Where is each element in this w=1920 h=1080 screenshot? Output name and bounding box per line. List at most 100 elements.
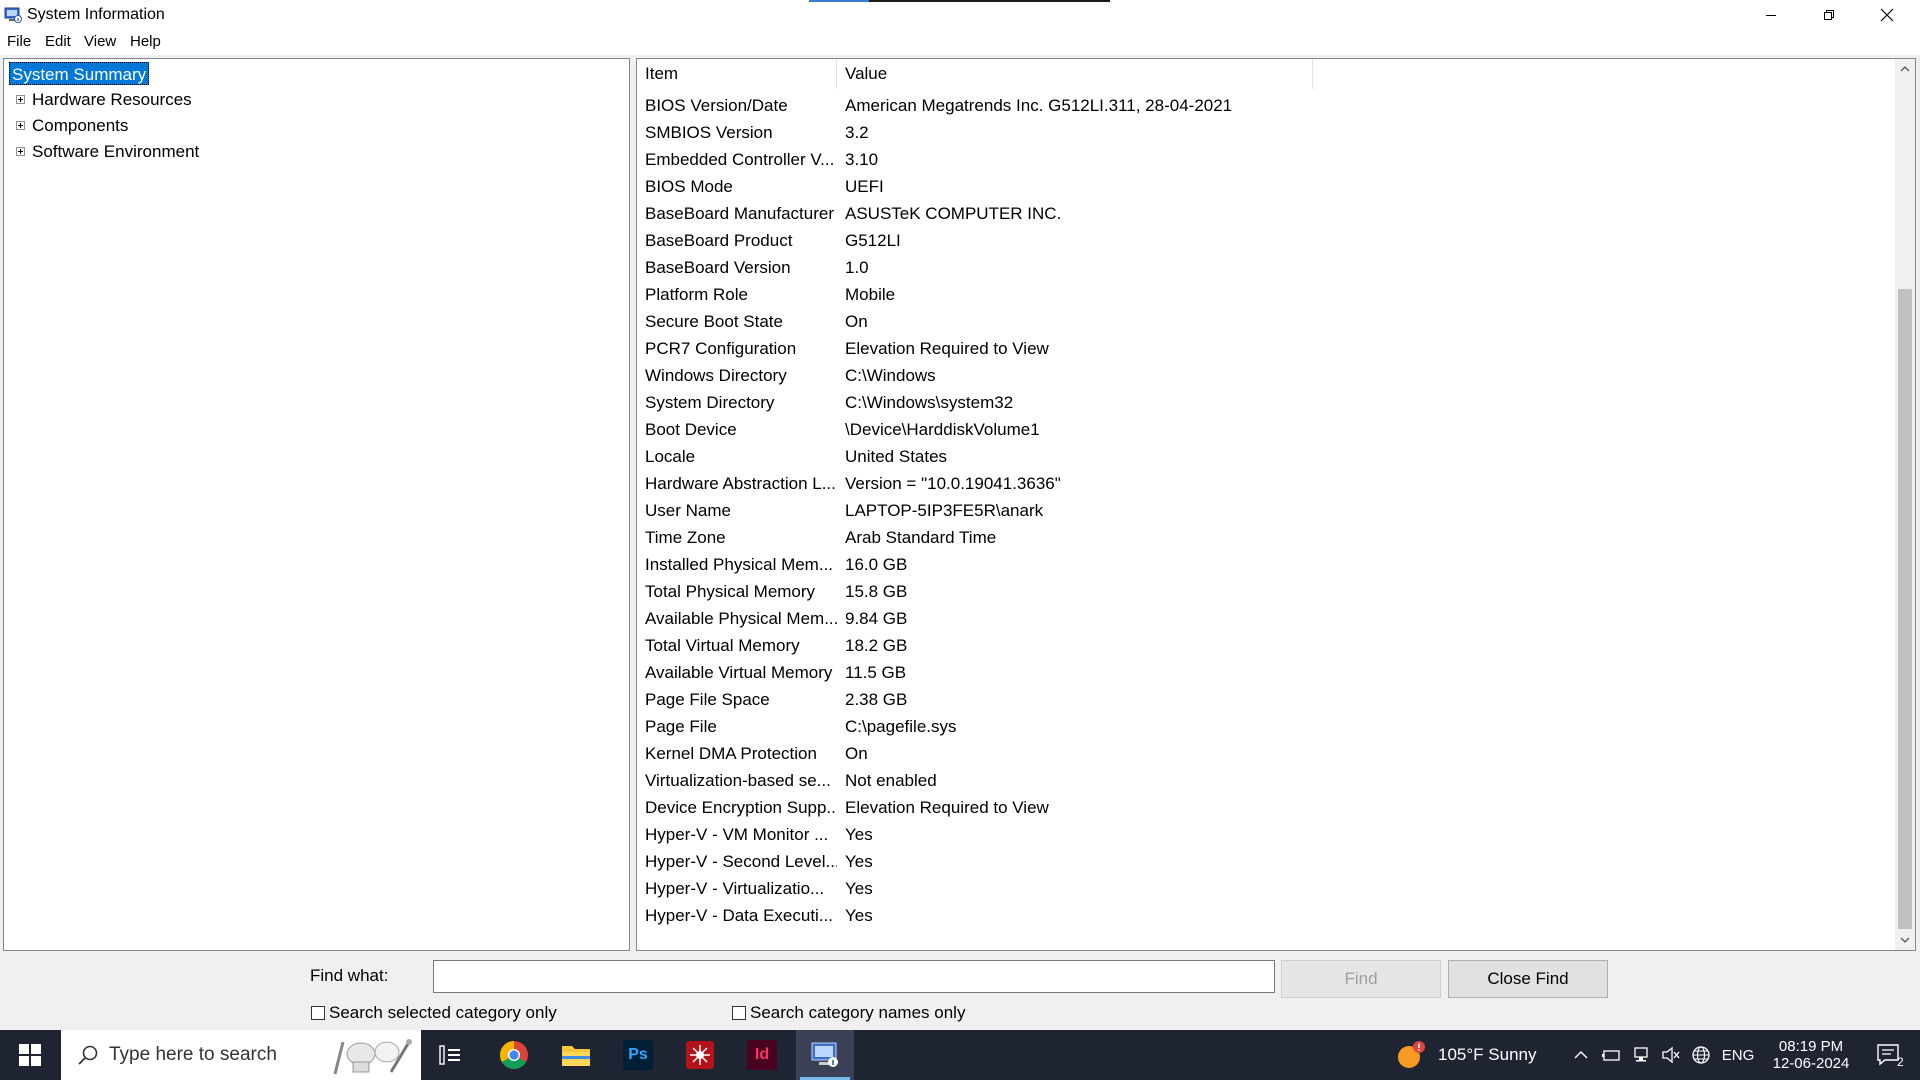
- details-list[interactable]: Item Value BIOS Version/Date American Meg…: [636, 58, 1916, 951]
- scroll-up-button[interactable]: [1895, 59, 1915, 79]
- category-tree[interactable]: System Summary Hardware Resources Compon…: [3, 58, 630, 951]
- tree-item-hardware-resources[interactable]: Hardware Resources: [12, 88, 412, 111]
- item-cell: System Directory: [645, 393, 775, 412]
- value-cell: 3.10: [845, 150, 879, 169]
- close-find-button[interactable]: Close Find: [1448, 960, 1608, 998]
- column-header-value[interactable]: Value: [837, 59, 1313, 89]
- input-language-indicator[interactable]: ENG: [1720, 1030, 1756, 1080]
- item-cell: BIOS Mode: [645, 177, 733, 196]
- network-tray-icon[interactable]: [1628, 1030, 1654, 1080]
- value-cell: 15.8 GB: [845, 582, 908, 601]
- item-cell: Locale: [645, 447, 696, 466]
- globe-tray-icon[interactable]: [1688, 1030, 1714, 1080]
- tree-item-label: Components: [32, 116, 129, 135]
- restore-button[interactable]: [1800, 0, 1858, 30]
- clock-date: 12-06-2024: [1772, 1055, 1850, 1072]
- value-cell: LAPTOP-5IP3FE5R\anark: [845, 501, 1044, 520]
- item-cell: Hyper-V - Virtualizatio...: [645, 879, 825, 898]
- volume-muted-icon: [1662, 1046, 1680, 1064]
- menu-file[interactable]: File: [7, 33, 31, 50]
- close-window-button[interactable]: [1858, 0, 1916, 30]
- weather-widget[interactable]: 105°F Sunny: [1396, 1030, 1556, 1080]
- scroll-down-button[interactable]: [1895, 930, 1915, 950]
- system-information-icon: [811, 1042, 838, 1067]
- language-text: ENG: [1721, 1046, 1755, 1064]
- minimize-button[interactable]: [1742, 0, 1800, 30]
- battery-icon: [1602, 1050, 1620, 1061]
- taskbar-app-chrome[interactable]: [489, 1030, 539, 1080]
- item-cell: Total Virtual Memory: [645, 636, 800, 655]
- find-what-input[interactable]: [433, 960, 1275, 993]
- item-cell: BaseBoard Product: [645, 231, 793, 250]
- column-header-item[interactable]: Item: [637, 59, 837, 89]
- value-cell: 3.2: [845, 123, 869, 142]
- notifications-button[interactable]: 2: [1866, 1030, 1912, 1080]
- value-cell: Arab Standard Time: [845, 528, 997, 547]
- tree-item-system-summary[interactable]: System Summary: [9, 62, 150, 85]
- item-cell: Boot Device: [645, 420, 737, 439]
- checkbox-label: Search selected category only: [329, 1003, 557, 1022]
- expand-icon[interactable]: [16, 147, 25, 156]
- item-cell: User Name: [645, 501, 731, 520]
- tree-item-components[interactable]: Components: [12, 114, 412, 137]
- find-what-label: Find what:: [310, 966, 389, 985]
- value-cell: \Device\HarddiskVolume1: [845, 420, 1040, 439]
- value-cell: G512LI: [845, 231, 901, 250]
- value-cell: Yes: [845, 852, 873, 871]
- value-cell: 2.38 GB: [845, 690, 908, 709]
- checkbox-box[interactable]: [311, 1006, 325, 1020]
- restore-icon: [1824, 10, 1834, 20]
- value-cell: Yes: [845, 906, 873, 925]
- menu-view[interactable]: View: [84, 33, 116, 50]
- value-cell: Not enabled: [845, 771, 937, 790]
- folder-icon: [562, 1046, 590, 1066]
- chevron-up-icon: [1900, 66, 1910, 72]
- clock[interactable]: 08:19 PM 12-06-2024: [1764, 1030, 1858, 1080]
- title-accent-line: [809, 0, 1110, 2]
- sun-icon: [1398, 1041, 1425, 1068]
- start-button[interactable]: [0, 1030, 60, 1080]
- item-cell: Embedded Controller V...: [645, 150, 835, 169]
- menu-edit[interactable]: Edit: [45, 33, 71, 50]
- expand-icon[interactable]: [16, 121, 25, 130]
- task-view-button[interactable]: [425, 1030, 475, 1080]
- show-hidden-icons-button[interactable]: [1568, 1030, 1594, 1080]
- title-bar: System Information: [0, 0, 1920, 30]
- photoshop-icon: Ps: [623, 1040, 653, 1070]
- checkbox-box[interactable]: [732, 1006, 746, 1020]
- menu-help[interactable]: Help: [130, 33, 161, 50]
- value-cell: Mobile: [845, 285, 896, 304]
- notification-count: 2: [1897, 1055, 1904, 1069]
- network-icon: [1634, 1047, 1648, 1062]
- window-title: System Information: [27, 6, 165, 23]
- item-cell: Secure Boot State: [645, 312, 783, 331]
- item-cell: Platform Role: [645, 285, 748, 304]
- globe-icon: [1692, 1046, 1710, 1064]
- item-cell: PCR7 Configuration: [645, 339, 797, 358]
- battery-tray-icon[interactable]: [1598, 1030, 1624, 1080]
- item-cell: Windows Directory: [645, 366, 787, 385]
- value-cell: Elevation Required to View: [845, 339, 1049, 358]
- search-category-names-checkbox[interactable]: Search category names only: [732, 1003, 965, 1023]
- search-highlight-icon: [333, 1039, 412, 1075]
- scrollbar-thumb[interactable]: [1898, 289, 1912, 929]
- search-icon: [78, 1045, 98, 1065]
- taskbar-app-file-explorer[interactable]: [551, 1030, 601, 1080]
- search-selected-category-checkbox[interactable]: Search selected category only: [311, 1003, 557, 1023]
- value-cell: 1.0: [845, 258, 869, 277]
- tree-item-software-environment[interactable]: Software Environment: [12, 140, 412, 163]
- expand-icon[interactable]: [16, 95, 25, 104]
- taskbar-app-indesign[interactable]: Id: [737, 1030, 787, 1080]
- minimize-icon: [1766, 15, 1776, 16]
- close-icon: [1880, 8, 1894, 22]
- item-cell: Virtualization-based se...: [645, 771, 831, 790]
- taskbar-search-box[interactable]: Type here to search: [61, 1030, 421, 1080]
- value-cell: On: [845, 312, 868, 331]
- taskbar-app-photoshop[interactable]: Ps: [613, 1030, 663, 1080]
- taskbar-app-red[interactable]: [675, 1030, 725, 1080]
- taskbar-app-system-information[interactable]: [796, 1030, 854, 1080]
- value-cell: ASUSTeK COMPUTER INC.: [845, 204, 1062, 223]
- vertical-scrollbar[interactable]: [1895, 59, 1915, 950]
- find-button[interactable]: Find: [1281, 960, 1441, 998]
- volume-tray-icon[interactable]: [1658, 1030, 1684, 1080]
